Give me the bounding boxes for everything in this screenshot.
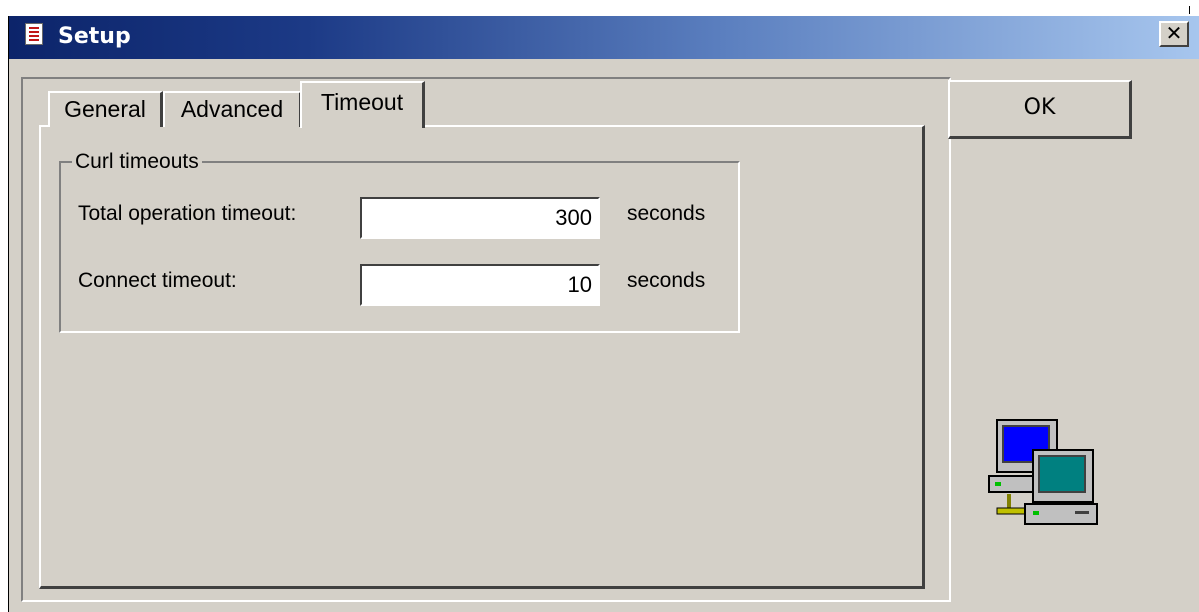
window-top-tick [1189,6,1190,14]
app-checklist-icon[interactable] [25,23,43,45]
close-button[interactable]: ✕ [1159,21,1189,47]
curl-timeouts-group [59,161,740,333]
setup-dialog: General Advanced Timeout Curl timeouts T… [9,59,1199,612]
total-operation-timeout-unit: seconds [627,202,706,225]
connect-timeout-unit: seconds [627,269,706,292]
ok-button[interactable]: OK [948,80,1132,139]
total-operation-timeout-label: Total operation timeout: [78,202,297,225]
tab-timeout[interactable]: Timeout [300,81,425,128]
tab-advanced[interactable]: Advanced [163,91,302,127]
window-title: Setup [58,24,131,49]
network-computers-icon [988,419,1098,525]
tab-general[interactable]: General [48,91,163,127]
connect-timeout-input[interactable] [360,264,600,306]
connect-timeout-label: Connect timeout: [78,269,237,292]
curl-timeouts-legend: Curl timeouts [72,150,202,174]
title-bar[interactable]: Setup ✕ [9,16,1199,59]
total-operation-timeout-input[interactable] [360,197,600,239]
screen: Setup ✕ General Advanced Timeout Curl ti… [0,0,1199,612]
close-icon: ✕ [1165,21,1183,45]
